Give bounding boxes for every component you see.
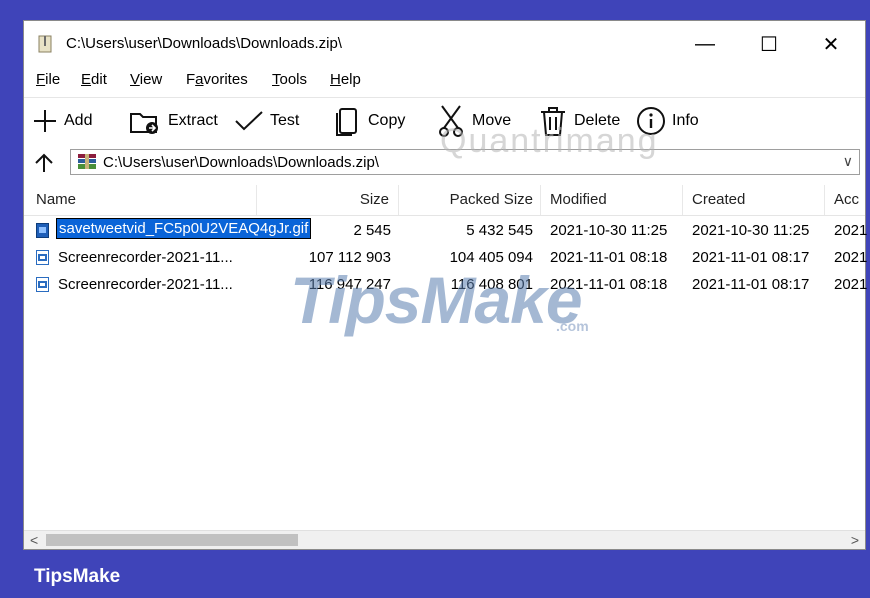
maximize-button[interactable]: ☐ (746, 27, 792, 61)
quantrimang-watermark: Quantrimang (440, 122, 659, 160)
column-separator[interactable] (682, 185, 683, 215)
column-name[interactable]: Name (36, 191, 76, 208)
column-size[interactable]: Size (360, 191, 389, 208)
video-file-icon (36, 250, 49, 265)
file-accessed: 2021 (834, 249, 868, 266)
menu-bar: File Edit View Favorites Tools Help (24, 67, 865, 93)
add-button[interactable]: Add (32, 104, 92, 138)
extract-button[interactable]: Extract (128, 104, 218, 138)
brand-label: TipsMake (34, 566, 121, 587)
column-packed-size[interactable]: Packed Size (450, 191, 533, 208)
horizontal-scrollbar[interactable]: < > (24, 530, 865, 549)
scrollbar-thumb[interactable] (46, 534, 298, 546)
window-title: C:\Users\user\Downloads\Downloads.zip\ (66, 35, 342, 52)
address-path: C:\Users\user\Downloads\Downloads.zip\ (103, 153, 379, 171)
copy-icon (336, 108, 357, 136)
menu-edit[interactable]: Edit (81, 71, 107, 88)
winrar-archive-icon (78, 154, 96, 169)
gif-file-icon (36, 223, 49, 238)
menu-help[interactable]: Help (330, 71, 361, 88)
menu-tools[interactable]: Tools (272, 71, 307, 88)
up-folder-button[interactable] (30, 150, 58, 176)
file-modified: 2021-10-30 11:25 (550, 222, 668, 239)
file-size: 2 545 (353, 222, 391, 239)
file-name: Screenrecorder-2021-11... (58, 276, 233, 293)
extract-folder-icon (130, 113, 158, 134)
video-file-icon (36, 277, 49, 292)
test-button[interactable]: Test (234, 104, 299, 138)
menu-file[interactable]: File (36, 71, 60, 88)
column-accessed[interactable]: Acc (834, 191, 859, 208)
file-packed-size: 5 432 545 (466, 222, 533, 239)
column-header: Name Size Packed Size Modified Created A… (24, 185, 865, 216)
column-created[interactable]: Created (692, 191, 745, 208)
column-separator[interactable] (540, 185, 541, 215)
menu-view[interactable]: View (130, 71, 162, 88)
menu-favorites[interactable]: Favorites (186, 71, 248, 88)
tipsmake-watermark: TipsMake (290, 263, 583, 337)
file-created: 2021-11-01 08:17 (692, 249, 810, 266)
chevron-down-icon[interactable]: ∨ (843, 153, 853, 170)
scroll-right-icon[interactable]: > (851, 532, 859, 548)
title-bar: C:\Users\user\Downloads\Downloads.zip\ —… (24, 21, 865, 67)
column-separator[interactable] (256, 185, 257, 215)
column-separator[interactable] (824, 185, 825, 215)
file-accessed: 2021 (834, 222, 868, 239)
file-accessed: 2021 (834, 276, 868, 293)
checkmark-icon (235, 111, 263, 131)
copy-button[interactable]: Copy (334, 104, 405, 138)
scroll-left-icon[interactable]: < (30, 532, 38, 548)
plus-icon (34, 110, 56, 132)
arrow-up-icon (35, 153, 53, 172)
file-created: 2021-11-01 08:17 (692, 276, 810, 293)
column-modified[interactable]: Modified (550, 191, 607, 208)
minimize-button[interactable]: — (682, 27, 728, 61)
archive-icon (38, 35, 52, 53)
file-created: 2021-10-30 11:25 (692, 222, 810, 239)
watermark-dotcom: .com (556, 318, 589, 334)
table-row[interactable]: savetweetvid_FC5p0U2VEAQ4gJr.gif 2 545 5… (24, 218, 868, 244)
file-name[interactable]: savetweetvid_FC5p0U2VEAQ4gJr.gif (56, 218, 312, 239)
file-name: Screenrecorder-2021-11... (58, 249, 233, 266)
column-separator[interactable] (398, 185, 399, 215)
close-button[interactable]: ✕ (808, 27, 854, 61)
